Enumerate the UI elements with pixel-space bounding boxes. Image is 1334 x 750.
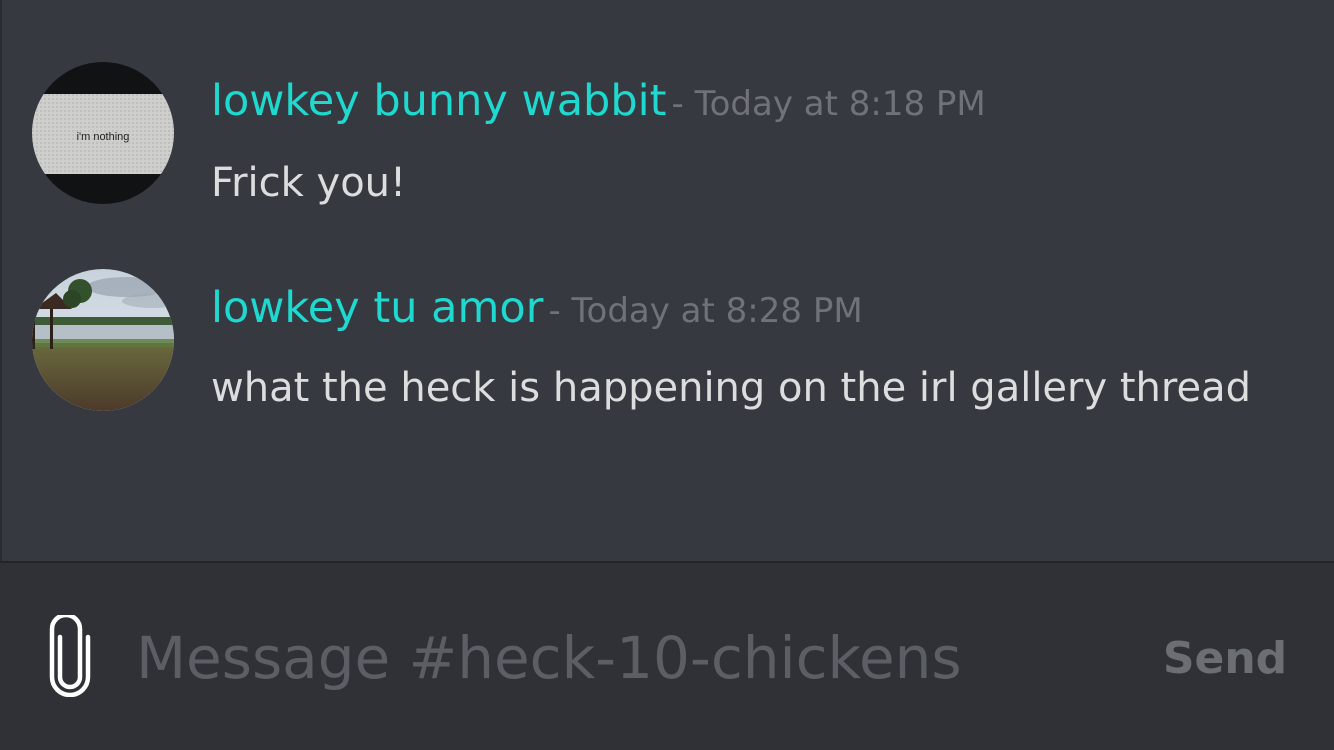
message-composer: Send: [0, 563, 1334, 750]
username[interactable]: lowkey bunny wabbit: [211, 76, 666, 126]
message-list[interactable]: i'm nothing lowkey bunny wabbit - Today …: [0, 0, 1334, 560]
avatar-image: i'm nothing: [32, 62, 174, 204]
chat-app: i'm nothing lowkey bunny wabbit - Today …: [0, 0, 1334, 750]
message-content: what the heck is happening on the irl ga…: [211, 365, 1251, 411]
message-input[interactable]: [136, 613, 1126, 703]
timestamp: - Today at 8:28 PM: [548, 291, 863, 331]
avatar-caption: i'm nothing: [77, 131, 130, 143]
message-header: lowkey tu amor - Today at 8:28 PM: [211, 283, 863, 342]
avatar[interactable]: [32, 269, 174, 411]
send-button[interactable]: Send: [1150, 623, 1300, 693]
message-content: Frick you!: [211, 160, 407, 206]
username[interactable]: lowkey tu amor: [211, 283, 543, 333]
message-header: lowkey bunny wabbit - Today at 8:18 PM: [211, 76, 986, 135]
paperclip-icon[interactable]: [46, 612, 94, 698]
avatar[interactable]: i'm nothing: [32, 62, 174, 204]
timestamp: - Today at 8:18 PM: [671, 84, 986, 124]
avatar-image: [32, 269, 174, 411]
